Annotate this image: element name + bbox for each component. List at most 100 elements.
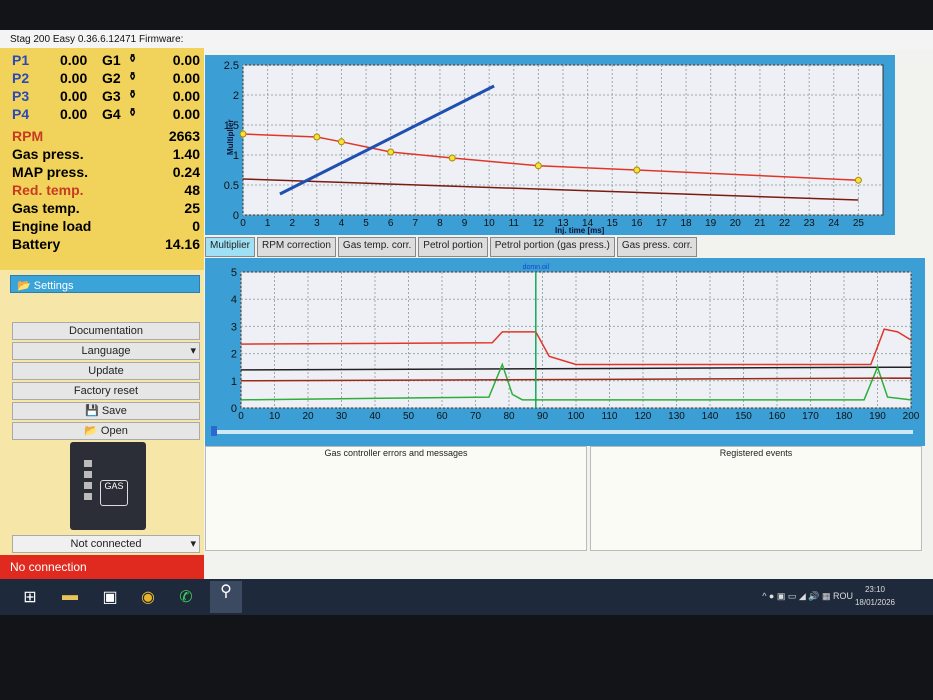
taskbar: ⊞ ▬ ▣ ◉ ✆ ⚲ ^ ● ▣ ▭ ◢ 🔊 ▦ ROU 23:10 18/01… (0, 579, 933, 615)
side-menu: 📂 Settings Documentation Language ▾ Updat… (0, 270, 204, 555)
save-label: Save (101, 405, 127, 417)
multiplier-point (337, 138, 345, 146)
x-tick-label: 18 (681, 218, 693, 229)
x-tick-label: 9 (462, 218, 468, 229)
y-tick-label: 1 (231, 376, 237, 388)
x-tick-label: 4 (339, 218, 345, 229)
led-column-icon (84, 460, 92, 504)
petrol-injector-value: 0.00 (60, 70, 88, 86)
y-tick-label: 0 (233, 210, 239, 222)
x-tick-label: 170 (802, 411, 819, 422)
documentation-button[interactable]: Documentation (12, 322, 200, 340)
param-label: Engine load (12, 218, 92, 234)
petrol-injector-label: P3 (12, 88, 30, 104)
injector-icon: ⚱ (128, 107, 138, 119)
controller-image: GAS (70, 442, 146, 530)
x-tick-label: 19 (705, 218, 717, 229)
param-value: 1.40 (172, 146, 200, 162)
oscilloscope-chart[interactable]: 0 10 20 30 40 50 60 70 80 90 100 110 120 130 140 150 160… (205, 258, 925, 446)
app-window: Stag 200 Easy 0.36.6.12471 Firmware: P1 … (0, 30, 933, 615)
connection-status: No connection (0, 555, 204, 579)
file-explorer-icon[interactable]: ▬ (60, 587, 80, 607)
open-label: Open (100, 425, 128, 437)
x-tick-label: 130 (668, 411, 685, 422)
x-tick-label: 70 (470, 411, 482, 422)
param-value: 48 (184, 182, 200, 198)
settings-label: Settings (33, 280, 74, 292)
scroll-thumb[interactable] (211, 426, 217, 436)
petrol-injector-value: 0.00 (60, 88, 88, 104)
param-label: RPM (12, 128, 44, 144)
param-label: Red. temp. (12, 182, 84, 198)
factory-reset-button[interactable]: Factory reset (12, 382, 200, 400)
multiplier-chart[interactable]: 0 1 2 3 4 5 6 7 8 9 10 11 12 13 14 15 16 17 18 19 20 21 22 23 24… (205, 55, 895, 235)
param-value: 25 (184, 200, 200, 216)
open-button[interactable]: 📂 Open (12, 422, 200, 440)
param-label: MAP press. (12, 164, 88, 180)
tab-rpm-correction[interactable]: RPM correction (257, 237, 336, 257)
x-tick-label: 10 (484, 218, 496, 229)
stag-app-icon[interactable]: ⚲ (210, 581, 242, 613)
clock-date: 18/01/2026 (854, 598, 895, 607)
settings-button[interactable]: 📂 Settings (10, 275, 200, 293)
events-panel-title: Registered events (719, 448, 793, 458)
petrol-injector-label: P4 (12, 106, 30, 122)
x-axis-label: Inj. time [ms] (555, 226, 605, 235)
chrome-icon[interactable]: ◉ (138, 587, 158, 607)
gas-injector-value: 0.00 (172, 88, 200, 104)
events-panel: Registered events (590, 446, 922, 551)
x-tick-label: 8 (437, 218, 443, 229)
gas-injector-label: G4 (102, 106, 121, 122)
x-tick-label: 1 (265, 218, 271, 229)
store-icon[interactable]: ▣ (100, 587, 120, 607)
x-tick-label: 60 (436, 411, 448, 422)
x-tick-label: 20 (302, 411, 314, 422)
multiplier-point (387, 148, 395, 156)
tab-petrol-portion-gas-press-[interactable]: Petrol portion (gas press.) (489, 237, 615, 257)
param-label: Gas temp. (12, 200, 80, 216)
cursor-label: domn.oil (523, 264, 550, 271)
language-indicator[interactable]: ROU (833, 591, 853, 601)
param-label: Gas press. (12, 146, 84, 162)
gas-injector-value: 0.00 (172, 52, 200, 68)
language-dropdown[interactable]: Language ▾ (12, 342, 200, 360)
connection-select-value: Not connected (70, 538, 142, 550)
param-value: 14.16 (164, 236, 200, 252)
x-tick-label: 23 (804, 218, 816, 229)
x-tick-label: 11 (509, 218, 520, 229)
clock[interactable]: 23:10 18/01/2026 (855, 583, 895, 609)
tab-petrol-portion[interactable]: Petrol portion (418, 237, 488, 257)
x-tick-label: 17 (656, 218, 668, 229)
x-tick-label: 15 (607, 218, 619, 229)
gas-injector-label: G2 (102, 70, 121, 86)
x-tick-label: 25 (853, 218, 865, 229)
whatsapp-icon[interactable]: ✆ (176, 587, 196, 607)
errors-panel: Gas controller errors and messages (205, 446, 587, 551)
x-tick-label: 190 (869, 411, 886, 422)
x-tick-label: 40 (369, 411, 381, 422)
errors-panel-title: Gas controller errors and messages (324, 448, 468, 458)
x-tick-label: 16 (631, 218, 643, 229)
x-tick-label: 180 (836, 411, 853, 422)
x-tick-label: 160 (769, 411, 786, 422)
tab-multiplier[interactable]: Multiplier (205, 237, 256, 257)
tab-gas-press-corr-[interactable]: Gas press. corr. (616, 237, 698, 257)
windows-start-icon[interactable]: ⊞ (20, 587, 40, 607)
connection-select[interactable]: Not connected ▾ (12, 535, 200, 553)
tab-gas-temp-corr-[interactable]: Gas temp. corr. (337, 237, 417, 257)
update-button[interactable]: Update (12, 362, 200, 380)
clock-time: 23:10 (864, 585, 885, 594)
y-tick-label: 3 (231, 321, 237, 333)
x-tick-label: 140 (702, 411, 719, 422)
save-button[interactable]: 💾 Save (12, 402, 200, 420)
gas-injector-value: 0.00 (172, 70, 200, 86)
folder-icon: 📂 (84, 425, 98, 437)
param-value: 0.24 (172, 164, 200, 180)
y-tick-label: 2.5 (224, 60, 239, 72)
multiplier-point (313, 133, 321, 141)
x-tick-label: 22 (779, 218, 791, 229)
param-value: 2663 (168, 128, 200, 144)
time-scrollbar[interactable] (213, 430, 913, 434)
y-tick-label: 0.5 (224, 180, 239, 192)
x-tick-label: 0 (238, 411, 244, 422)
